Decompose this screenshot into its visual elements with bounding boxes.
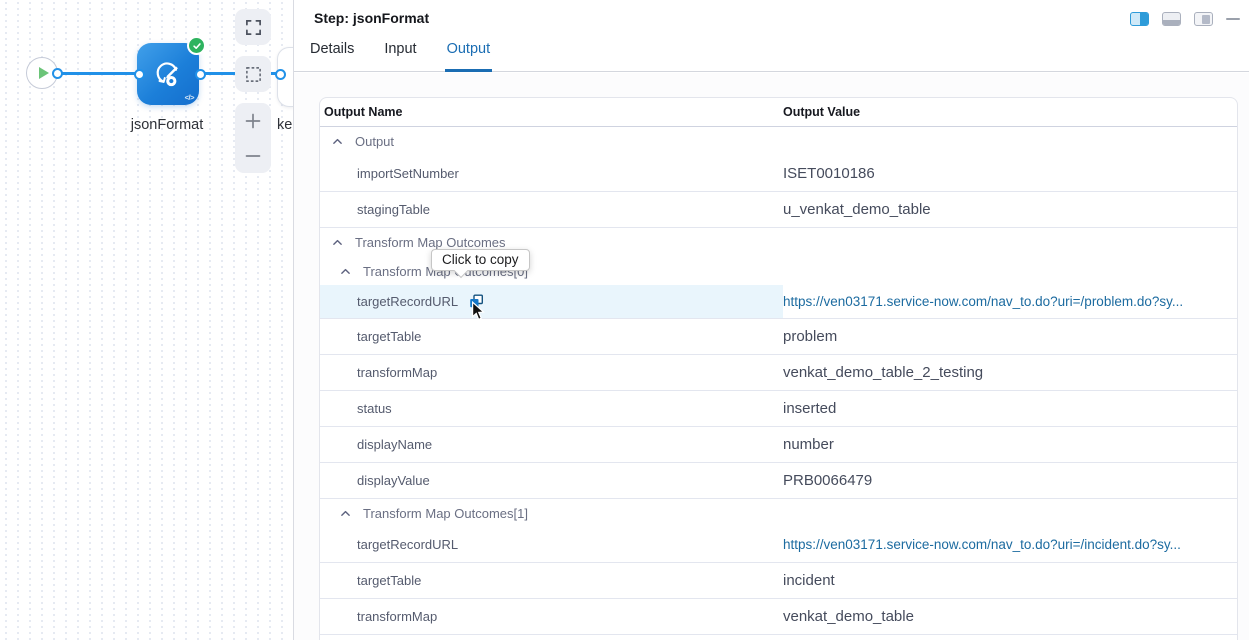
- output-value-link[interactable]: https://ven03171.service-now.com/nav_to.…: [783, 294, 1183, 309]
- input-port[interactable]: [134, 69, 145, 80]
- output-name: targetRecordURL: [357, 294, 458, 309]
- output-port[interactable]: [195, 69, 206, 80]
- output-name: targetTable: [357, 329, 421, 344]
- tab-output[interactable]: Output: [445, 41, 493, 72]
- output-name: displayName: [357, 437, 432, 452]
- input-port[interactable]: [275, 69, 286, 80]
- output-value-link[interactable]: https://ven03171.service-now.com/nav_to.…: [783, 537, 1181, 552]
- table-header-row: Output Name Output Value: [320, 98, 1237, 127]
- section-row: Output: [320, 127, 1237, 156]
- output-value: u_venkat_demo_table: [783, 201, 931, 218]
- play-icon: [39, 67, 49, 79]
- flow-node-jsonformat[interactable]: </>: [137, 43, 199, 105]
- data-row: displayValue PRB0066479: [320, 463, 1237, 499]
- output-value: problem: [783, 328, 837, 345]
- fullscreen-button[interactable]: [235, 9, 271, 45]
- output-tab-content: Output Name Output Value Output importSet…: [294, 73, 1249, 640]
- canvas-toolbar: [235, 9, 271, 173]
- minimize-icon[interactable]: [1226, 18, 1240, 21]
- data-row: transformMap venkat_demo_table: [320, 599, 1237, 635]
- data-row: targetRecordURL https://ven03171.service-…: [320, 527, 1237, 563]
- output-name: targetTable: [357, 573, 421, 588]
- click-to-copy-tooltip: Click to copy: [431, 249, 530, 271]
- output-value: venkat_demo_table: [783, 608, 914, 625]
- section-label[interactable]: Transform Map Outcomes[1]: [363, 506, 528, 521]
- tab-input[interactable]: Input: [382, 41, 418, 72]
- minus-icon: [244, 147, 262, 165]
- data-row: importSetNumber ISET0010186: [320, 156, 1237, 192]
- node-label-partial: ke: [277, 117, 292, 133]
- step-details-panel: Step: jsonFormat Details Input Output Ou…: [293, 0, 1249, 640]
- zoom-in-button[interactable]: [235, 103, 271, 138]
- marquee-select-icon: [245, 66, 262, 83]
- tab-details[interactable]: Details: [308, 41, 356, 72]
- panel-bottom-icon[interactable]: [1162, 12, 1181, 26]
- data-row: displayName number: [320, 427, 1237, 463]
- split-view-icon[interactable]: [1130, 12, 1149, 26]
- transform-step-icon: [151, 57, 185, 91]
- data-row: targetTable problem: [320, 319, 1237, 355]
- panel-title: Step: jsonFormat: [314, 10, 429, 26]
- output-value: number: [783, 436, 834, 453]
- column-header-output-name: Output Name: [320, 105, 783, 119]
- chevron-up-icon[interactable]: [339, 507, 352, 520]
- output-port[interactable]: [52, 68, 63, 79]
- panel-header: Step: jsonFormat: [294, 0, 1249, 35]
- flow-canvas[interactable]: </> jsonFormat ke: [0, 0, 293, 640]
- output-value: ISET0010186: [783, 165, 875, 182]
- data-row: transformMap venkat_demo_table_2_testing: [320, 355, 1237, 391]
- data-row: status inserted: [320, 391, 1237, 427]
- fullscreen-icon: [245, 19, 262, 36]
- data-row: targetRecordURL https://ven03171.service-…: [320, 285, 1237, 319]
- node-label: jsonFormat: [110, 117, 224, 133]
- chevron-up-icon[interactable]: [331, 236, 344, 249]
- tab-bar: Details Input Output: [294, 35, 1249, 72]
- output-value: venkat_demo_table_2_testing: [783, 364, 983, 381]
- output-name: targetRecordURL: [357, 537, 458, 552]
- section-row: Transform Map Outcomes[1]: [320, 499, 1237, 527]
- output-value: incident: [783, 572, 835, 589]
- section-label[interactable]: Output: [355, 134, 394, 149]
- plus-icon: [244, 112, 262, 130]
- code-glyph-icon: </>: [185, 93, 194, 102]
- column-header-output-value: Output Value: [783, 105, 1237, 119]
- output-name: status: [357, 401, 392, 416]
- data-row: targetTable incident: [320, 563, 1237, 599]
- zoom-controls: [235, 103, 271, 173]
- chevron-up-icon[interactable]: [339, 265, 352, 278]
- tooltip-text: Click to copy: [442, 252, 519, 267]
- copy-icon[interactable]: [469, 294, 484, 309]
- panel-right-icon[interactable]: [1194, 12, 1213, 26]
- chevron-up-icon[interactable]: [331, 135, 344, 148]
- zoom-out-button[interactable]: [235, 138, 271, 173]
- output-table-card: Output Name Output Value Output importSet…: [319, 97, 1238, 640]
- output-value: PRB0066479: [783, 472, 872, 489]
- marquee-select-button[interactable]: [235, 56, 271, 92]
- output-name: stagingTable: [357, 202, 430, 217]
- window-controls: [1130, 12, 1241, 26]
- output-name: transformMap: [357, 365, 437, 380]
- output-name: displayValue: [357, 473, 430, 488]
- output-name: importSetNumber: [357, 166, 459, 181]
- output-rows: Output importSetNumber ISET0010186 stagingT…: [320, 127, 1237, 635]
- connector-line: [56, 72, 141, 75]
- success-check-badge: [187, 36, 206, 55]
- section-label[interactable]: Transform Map Outcomes: [355, 235, 506, 250]
- data-row: stagingTable u_venkat_demo_table: [320, 192, 1237, 228]
- output-value: inserted: [783, 400, 836, 417]
- output-name: transformMap: [357, 609, 437, 624]
- flow-designer-app: </> jsonFormat ke: [0, 0, 1249, 640]
